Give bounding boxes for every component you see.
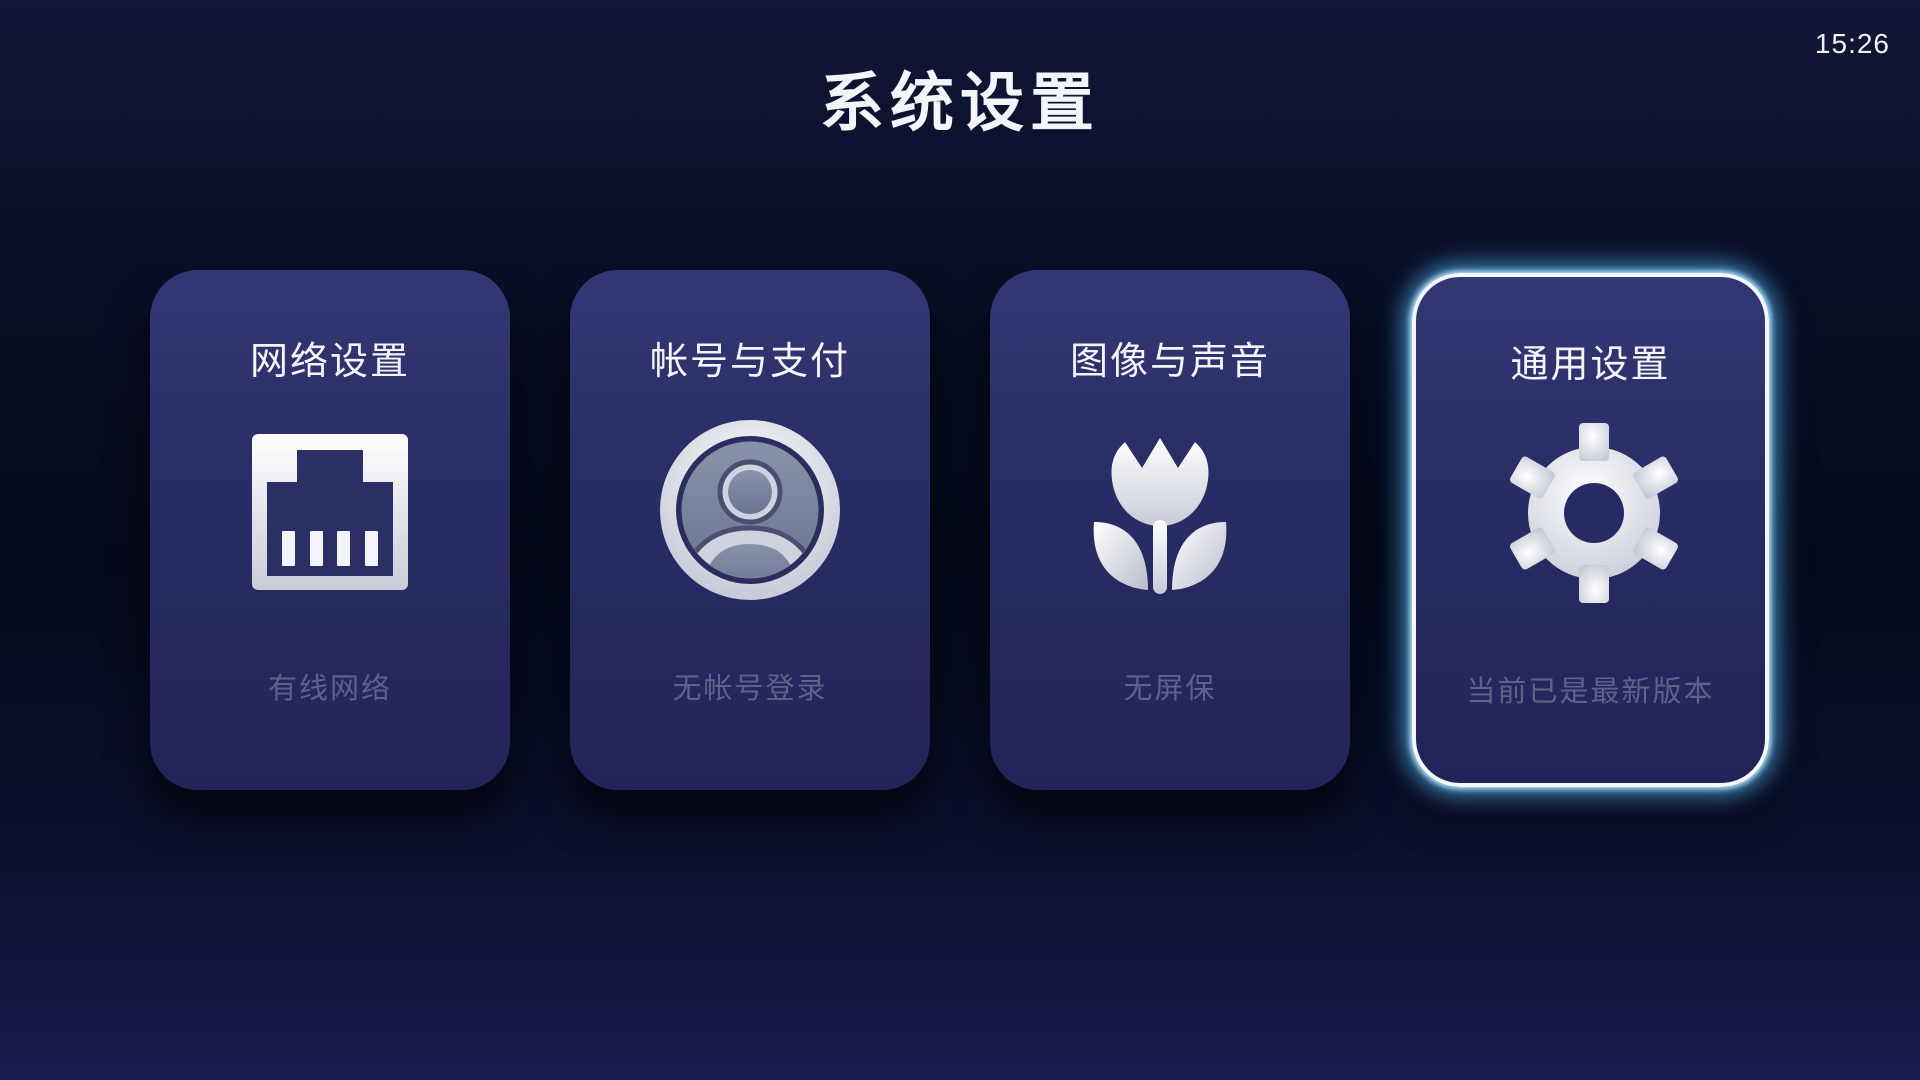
card-status: 无屏保 <box>1123 671 1217 705</box>
picture-sound-card[interactable]: 图像与声音 无屏保 <box>990 270 1350 790</box>
card-title: 帐号与支付 <box>649 339 850 383</box>
account-payment-card[interactable]: 帐号与支付 无帐号登录 <box>570 270 930 790</box>
general-settings-card[interactable]: 通用设置 当前已是最新版本 <box>1412 273 1769 787</box>
page-title: 系统设置 <box>820 67 1100 141</box>
gear-icon <box>1504 423 1684 603</box>
card-title: 网络设置 <box>249 339 410 383</box>
ethernet-port-icon <box>240 420 420 600</box>
network-settings-card[interactable]: 网络设置 有线网络 <box>150 270 510 790</box>
card-status: 有线网络 <box>267 671 392 705</box>
tulip-flower-icon <box>1080 420 1260 600</box>
card-status: 当前已是最新版本 <box>1466 674 1715 708</box>
card-status: 无帐号登录 <box>672 671 828 705</box>
user-account-icon <box>660 420 840 600</box>
card-title: 通用设置 <box>1510 342 1671 386</box>
card-title: 图像与声音 <box>1069 339 1270 383</box>
